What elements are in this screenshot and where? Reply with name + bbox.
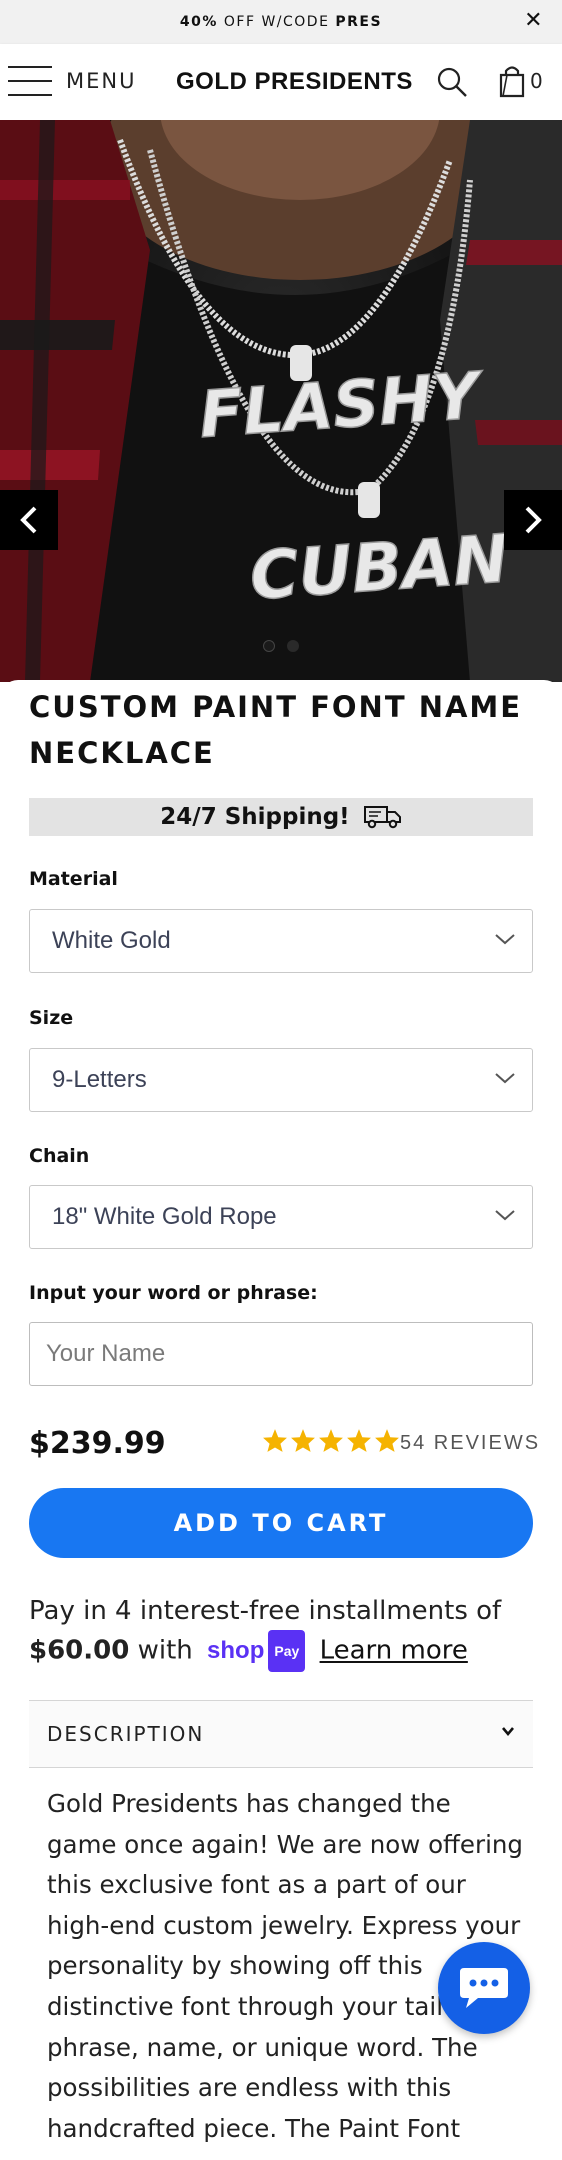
installments-text: Pay in 4 interest-free installments of bbox=[29, 1596, 502, 1626]
close-icon[interactable]: ✕ bbox=[524, 8, 544, 34]
custom-name-input[interactable] bbox=[29, 1322, 533, 1386]
star-icon bbox=[347, 1429, 371, 1452]
size-label: Size bbox=[29, 1007, 74, 1029]
chain-select[interactable]: 18" White Gold Rope bbox=[29, 1185, 533, 1249]
chat-bubble-icon bbox=[460, 1968, 508, 2008]
star-icon bbox=[291, 1429, 315, 1452]
slide-dots bbox=[0, 640, 562, 652]
cart-count[interactable]: 0 bbox=[530, 69, 543, 93]
chevron-left-icon bbox=[20, 506, 37, 534]
slide-dot[interactable] bbox=[287, 640, 299, 652]
add-to-cart-button[interactable]: ADD TO CART bbox=[29, 1488, 533, 1558]
reviews-link[interactable]: 54 REVIEWS bbox=[400, 1432, 540, 1455]
star-icon bbox=[375, 1429, 399, 1452]
chevron-down-icon bbox=[495, 934, 515, 945]
next-slide-button[interactable] bbox=[504, 490, 562, 550]
description-tab[interactable]: DESCRIPTION bbox=[29, 1700, 533, 1768]
chevron-down-icon bbox=[495, 1210, 515, 1221]
shipping-banner-text: 24/7 Shipping! bbox=[160, 804, 350, 830]
hamburger-icon[interactable] bbox=[8, 66, 52, 98]
installment-amount: $60.00 bbox=[29, 1635, 130, 1666]
shipping-banner: 24/7 Shipping! bbox=[29, 798, 533, 836]
previous-slide-button[interactable] bbox=[0, 490, 58, 550]
shop-pay-logo: shop Pay bbox=[207, 1630, 306, 1672]
size-select[interactable]: 9-Letters bbox=[29, 1048, 533, 1112]
slide-dot[interactable] bbox=[263, 640, 275, 652]
menu-label[interactable]: MENU bbox=[66, 69, 136, 93]
product-price: $239.99 bbox=[29, 1426, 166, 1461]
installments-with: with bbox=[129, 1635, 202, 1666]
brand-logo[interactable]: GOLD PRESIDENTS bbox=[176, 68, 413, 96]
cart-bag-icon[interactable] bbox=[498, 64, 526, 98]
size-value: 9-Letters bbox=[52, 1066, 147, 1093]
announcement-bar: 40% OFF W/CODE PRES ✕ bbox=[0, 0, 562, 44]
material-select[interactable]: White Gold bbox=[29, 909, 533, 973]
caret-down-icon bbox=[502, 1727, 514, 1737]
material-value: White Gold bbox=[52, 927, 171, 954]
star-icon bbox=[319, 1429, 343, 1452]
description-tab-label: DESCRIPTION bbox=[47, 1722, 205, 1746]
learn-more-link[interactable]: Learn more bbox=[320, 1636, 468, 1666]
delivery-truck-icon bbox=[363, 806, 401, 829]
chain-value: 18" White Gold Rope bbox=[52, 1203, 277, 1230]
material-label: Material bbox=[29, 868, 118, 890]
search-icon[interactable] bbox=[436, 66, 468, 98]
chain-label: Chain bbox=[29, 1145, 90, 1167]
rating-stars[interactable] bbox=[262, 1428, 400, 1453]
chevron-down-icon bbox=[495, 1073, 515, 1084]
star-icon bbox=[263, 1429, 287, 1452]
product-photo: FLASHY CUBAN bbox=[0, 120, 562, 682]
site-header: MENU GOLD PRESIDENTS 0 bbox=[0, 44, 562, 120]
chevron-right-icon bbox=[525, 506, 542, 534]
product-image-gallery[interactable]: FLASHY CUBAN bbox=[0, 120, 562, 682]
product-title: CUSTOM PAINT FONT NAME NECKLACE bbox=[29, 690, 523, 770]
announcement-text: 40% OFF W/CODE PRES bbox=[179, 14, 383, 30]
installments-message: Pay in 4 interest-free installments of $… bbox=[29, 1592, 539, 1672]
custom-text-label: Input your word or phrase: bbox=[29, 1282, 318, 1304]
chat-button[interactable] bbox=[438, 1942, 530, 2034]
